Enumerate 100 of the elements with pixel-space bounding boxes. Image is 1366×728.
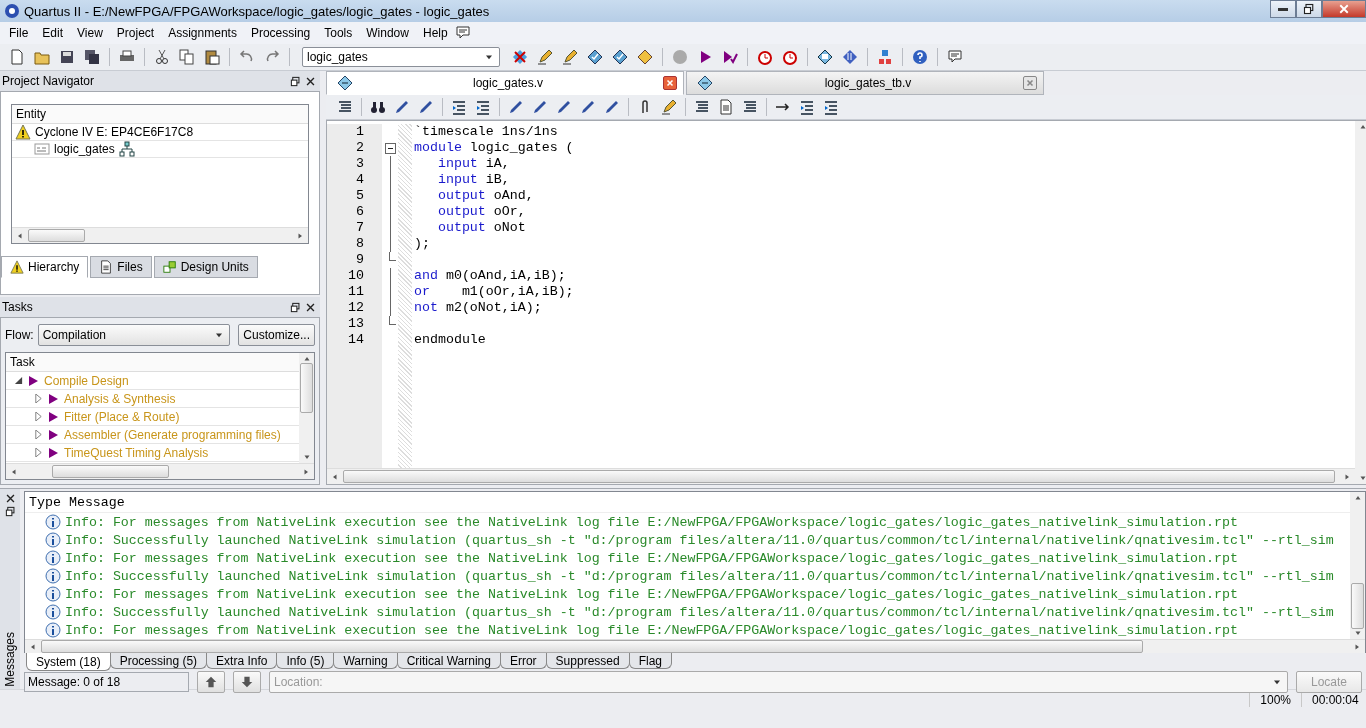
menu-item[interactable]: Project bbox=[109, 24, 162, 42]
message-tab[interactable]: Info (5) bbox=[276, 653, 335, 669]
collapsed-arrow-icon[interactable] bbox=[34, 448, 43, 457]
menu-item[interactable]: Tools bbox=[317, 24, 360, 42]
line-number: 13 bbox=[347, 316, 365, 332]
menu-item[interactable]: Help bbox=[415, 24, 455, 42]
pencil-glyph-icon bbox=[562, 49, 578, 65]
scroll-left-icon[interactable] bbox=[16, 231, 24, 240]
scroll-thumb[interactable] bbox=[1351, 583, 1364, 629]
editor-tab[interactable]: logic_gates.v bbox=[326, 71, 684, 95]
code-line: module logic_gates ( bbox=[414, 140, 574, 156]
flow-label: Flow: bbox=[5, 328, 34, 342]
save-glyph-icon bbox=[59, 49, 75, 65]
menu-item[interactable]: View bbox=[70, 24, 110, 42]
close-icon bbox=[665, 78, 675, 88]
message-text: Info: Successfully launched NativeLink simulation (quartus_sh -t "d:/program files/altera/11.0/quartus/common/tcl/internal/nativelink/qnativesim.tcl" --rtl_sim bbox=[65, 532, 1334, 548]
panel-tab[interactable]: Design Units bbox=[153, 256, 258, 278]
window-title: Quartus II - E:/NewFPGA/FPGAWorkspace/logic_gates/logic_gates - logic_gates bbox=[24, 3, 491, 19]
scroll-right-icon[interactable] bbox=[296, 231, 304, 240]
tree-item[interactable]: Cyclone IV E: EP4CE6F17C8 bbox=[35, 125, 194, 139]
info-icon bbox=[45, 604, 61, 620]
panel-tab[interactable]: Files bbox=[90, 256, 152, 278]
scroll-thumb[interactable] bbox=[41, 640, 1143, 653]
location-dropdown[interactable]: Location: bbox=[269, 671, 1288, 693]
message-text: Info: For messages from NativeLink execution see the NativeLink log file E:/NewFPGA/FPGAWorkspace/logic_gates/logic_gates_nativelink_simulation.rpt bbox=[65, 514, 1238, 530]
line-number: 9 bbox=[355, 252, 365, 268]
minimize-button[interactable] bbox=[1270, 0, 1296, 18]
editor-tab[interactable]: logic_gates_tb.v bbox=[686, 71, 1044, 95]
play-icon[interactable] bbox=[29, 375, 38, 386]
close-icon bbox=[1025, 78, 1035, 88]
speech-bubble-icon[interactable] bbox=[454, 25, 471, 41]
play-icon[interactable] bbox=[49, 411, 58, 422]
message-tab[interactable]: Warning bbox=[333, 653, 398, 669]
document-icon bbox=[99, 260, 114, 274]
chip-glyph-icon bbox=[512, 49, 528, 65]
copy-glyph-icon bbox=[179, 49, 195, 65]
collapsed-arrow-icon[interactable] bbox=[34, 394, 43, 403]
pencil-glyph-icon bbox=[537, 49, 553, 65]
scroll-right-icon[interactable] bbox=[1343, 472, 1351, 481]
project-dropdown[interactable]: logic_gates bbox=[302, 47, 500, 67]
next-message-button[interactable] bbox=[233, 671, 261, 693]
message-tab[interactable]: Flag bbox=[628, 653, 672, 669]
scroll-down-icon[interactable] bbox=[302, 453, 311, 461]
message-tab[interactable]: Critical Warning bbox=[396, 653, 501, 669]
line-number: 8 bbox=[355, 236, 365, 252]
scroll-thumb[interactable] bbox=[28, 229, 85, 242]
scroll-right-icon[interactable] bbox=[302, 467, 310, 476]
scroll-right-icon[interactable] bbox=[1353, 642, 1361, 651]
scroll-thumb[interactable] bbox=[300, 363, 313, 413]
close-icon[interactable] bbox=[4, 493, 16, 504]
message-tab[interactable]: Error bbox=[499, 653, 547, 669]
line-number: 4 bbox=[355, 172, 365, 188]
scroll-up-icon[interactable] bbox=[1353, 494, 1362, 502]
expanded-arrow-icon[interactable] bbox=[14, 376, 23, 385]
tree-item[interactable]: logic_gates bbox=[54, 142, 115, 156]
float-icon[interactable] bbox=[4, 506, 16, 517]
customize-button[interactable]: Customize... bbox=[238, 324, 315, 346]
close-icon[interactable] bbox=[305, 75, 316, 87]
menu-item[interactable]: Edit bbox=[35, 24, 71, 42]
collapsed-arrow-icon[interactable] bbox=[34, 412, 43, 421]
line-number: 12 bbox=[347, 300, 365, 316]
close-button[interactable] bbox=[1322, 0, 1366, 18]
menu-item[interactable]: File bbox=[2, 24, 36, 42]
scroll-up-icon[interactable] bbox=[1358, 123, 1366, 131]
collapsed-arrow-icon[interactable] bbox=[34, 430, 43, 439]
flow-dropdown[interactable]: Compilation bbox=[37, 324, 231, 346]
scroll-left-icon[interactable] bbox=[331, 472, 339, 481]
indent-glyph-icon bbox=[475, 99, 491, 115]
previous-message-button[interactable] bbox=[197, 671, 225, 693]
line-number: 11 bbox=[347, 284, 365, 300]
panel-tab[interactable]: Hierarchy bbox=[1, 256, 89, 278]
float-icon[interactable] bbox=[290, 75, 301, 87]
play-icon[interactable] bbox=[49, 393, 58, 404]
tab-close-button[interactable] bbox=[1023, 76, 1037, 90]
tab-close-button[interactable] bbox=[663, 76, 677, 90]
scroll-left-icon[interactable] bbox=[29, 642, 37, 651]
diamond-glyph-icon bbox=[637, 49, 653, 65]
menu-item[interactable]: Window bbox=[359, 24, 416, 42]
message-text: Info: Successfully launched NativeLink simulation (quartus_sh -t "d:/program files/altera/11.0/quartus/common/tcl/internal/nativelink/qnativesim.tcl" --rtl_sim bbox=[65, 568, 1334, 584]
scroll-down-icon[interactable] bbox=[1358, 474, 1366, 482]
scroll-left-icon[interactable] bbox=[10, 467, 18, 476]
line-number: 7 bbox=[355, 220, 365, 236]
network-glyph-icon bbox=[877, 49, 893, 65]
collapse-icon[interactable] bbox=[384, 143, 396, 154]
message-tab[interactable]: Suppressed bbox=[545, 653, 630, 669]
scroll-thumb[interactable] bbox=[343, 470, 1335, 483]
play-icon[interactable] bbox=[49, 429, 58, 440]
menu-item[interactable]: Assignments bbox=[161, 24, 244, 42]
scroll-thumb[interactable] bbox=[52, 465, 169, 478]
column-header: Message bbox=[68, 494, 125, 510]
line-number: 2 bbox=[355, 140, 365, 156]
message-tab[interactable]: System (18) bbox=[26, 653, 111, 671]
save-all-glyph-icon bbox=[84, 49, 100, 65]
maximize-button[interactable] bbox=[1296, 0, 1322, 18]
close-icon[interactable] bbox=[305, 301, 316, 313]
message-tab[interactable]: Extra Info bbox=[206, 653, 278, 669]
message-tab[interactable]: Processing (5) bbox=[109, 653, 208, 669]
float-icon[interactable] bbox=[290, 301, 301, 313]
menu-item[interactable]: Processing bbox=[243, 24, 318, 42]
location-field[interactable]: Location: bbox=[270, 674, 1271, 690]
